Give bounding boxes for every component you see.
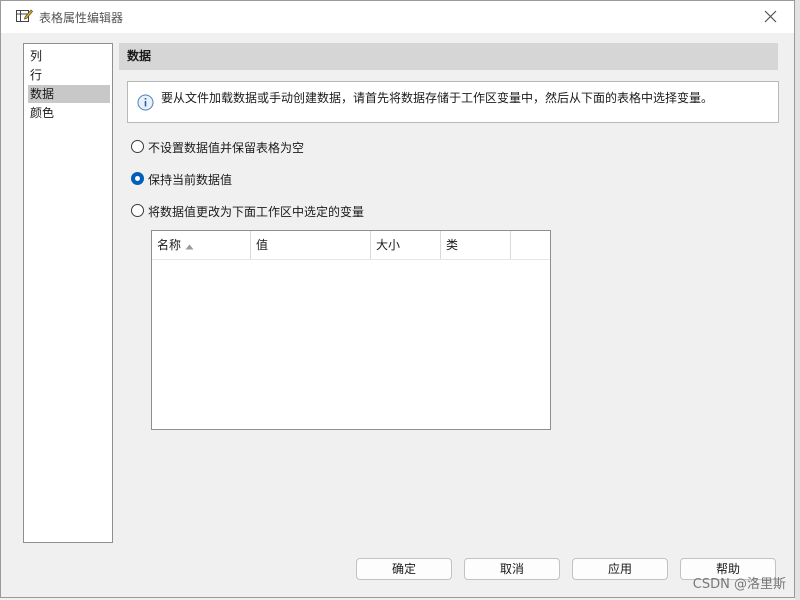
table-property-editor-dialog: 表格属性编辑器 列 行 数据 颜色 数据 要从文件加载数据或手动创建数据，请首先… (0, 0, 795, 598)
background-window-strip (795, 0, 800, 600)
category-list: 列 行 数据 颜色 (23, 43, 113, 543)
table-editor-icon (16, 8, 33, 23)
column-header-size[interactable]: 大小 (371, 231, 441, 259)
header-divider (152, 259, 550, 260)
apply-button[interactable]: 应用 (572, 558, 668, 580)
option-label: 将数据值更改为下面工作区中选定的变量 (148, 205, 365, 219)
cancel-button[interactable]: 取消 (464, 558, 560, 580)
option-label: 保持当前数据值 (148, 173, 233, 187)
window-title: 表格属性编辑器 (39, 11, 124, 25)
nav-item-columns[interactable]: 列 (28, 47, 110, 65)
column-header-label: 名称 (157, 238, 182, 252)
radio-change-to-variable[interactable] (131, 204, 144, 217)
column-header-name[interactable]: 名称 (152, 231, 251, 259)
nav-item-data[interactable]: 数据 (28, 85, 110, 103)
sort-ascending-icon (185, 232, 194, 260)
workspace-variable-table[interactable]: 名称 值 大小 类 (151, 230, 551, 430)
column-header-empty (511, 231, 550, 259)
radio-keep-current[interactable] (131, 172, 144, 185)
radio-leave-empty[interactable] (131, 140, 144, 153)
info-text: 要从文件加载数据或手动创建数据，请首先将数据存储于工作区变量中，然后从下面的表格… (161, 91, 714, 105)
ok-button[interactable]: 确定 (356, 558, 452, 580)
info-box: 要从文件加载数据或手动创建数据，请首先将数据存储于工作区变量中，然后从下面的表格… (127, 81, 779, 123)
info-icon (137, 94, 154, 114)
column-header-class[interactable]: 类 (441, 231, 511, 259)
title-bar: 表格属性编辑器 (1, 1, 794, 33)
option-label: 不设置数据值并保留表格为空 (148, 141, 305, 155)
watermark: CSDN @洛里斯 (692, 577, 786, 592)
nav-item-rows[interactable]: 行 (28, 66, 110, 84)
column-header-value[interactable]: 值 (251, 231, 371, 259)
close-button[interactable] (748, 1, 794, 33)
close-icon (764, 10, 777, 23)
nav-item-color[interactable]: 颜色 (28, 104, 110, 122)
section-title: 数据 (119, 43, 778, 70)
